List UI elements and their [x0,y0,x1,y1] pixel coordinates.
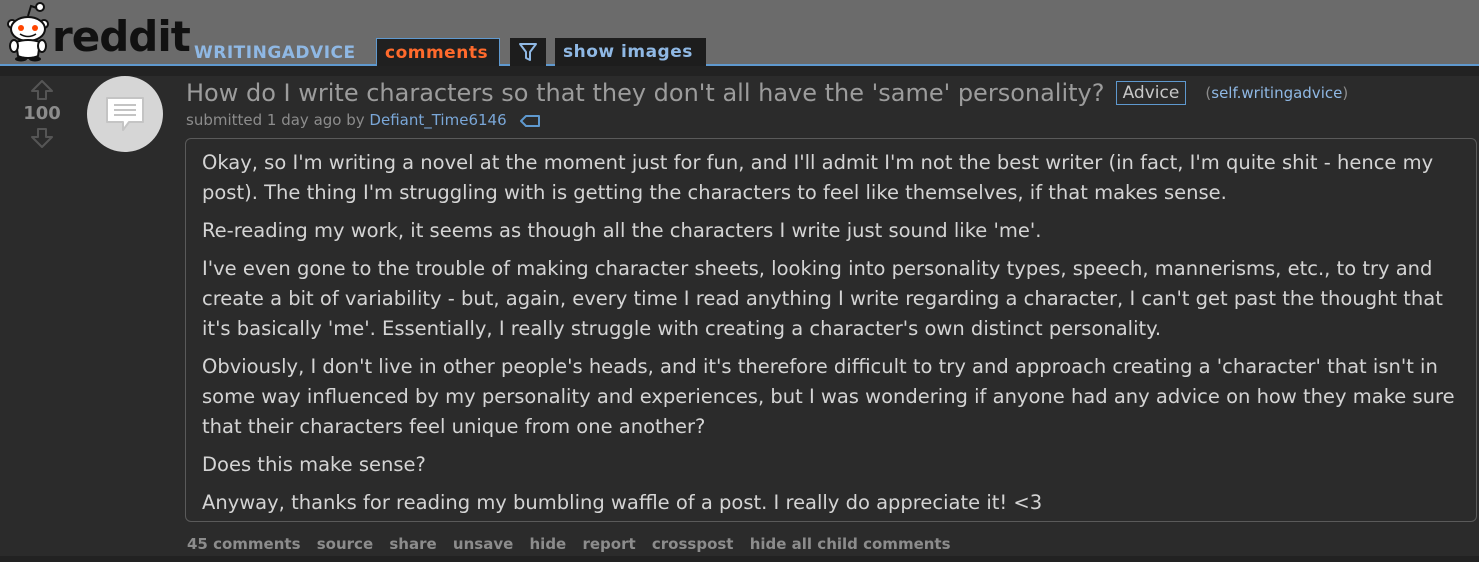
share-link[interactable]: share [389,535,436,553]
report-link[interactable]: report [582,535,635,553]
crosspost-link[interactable]: crosspost [652,535,734,553]
tab-show-images[interactable]: show images [555,38,706,66]
filter-funnel-icon [519,43,537,61]
vote-box: 100 [18,76,66,156]
header-bar: reddit WRITINGADVICE comments show image… [0,0,1479,66]
downvote-arrow-icon[interactable] [31,128,53,148]
post: 100 How do I write characters so that th… [0,68,1479,562]
comments-link[interactable]: 45 comments [187,535,301,553]
self-post-text-icon [106,97,144,131]
hide-child-comments-link[interactable]: hide all child comments [750,535,951,553]
submitted-text: submitted 1 day ago by [186,111,365,129]
body-paragraph: I've even gone to the trouble of making … [202,257,1443,340]
domain-paren-close: ) [1342,84,1349,102]
link-flair[interactable]: Advice [1115,81,1187,105]
body-paragraph: Obviously, I don't live in other people'… [202,355,1455,438]
post-domain: (self.writingadvice) [1205,84,1348,102]
reddit-logo[interactable]: reddit [2,2,191,64]
body-paragraph: Does this make sense? [202,453,426,476]
thumbnail[interactable] [87,76,163,152]
post-body: Okay, so I'm writing a novel at the mome… [185,138,1477,522]
filter-button[interactable] [510,38,546,66]
author-link[interactable]: Defiant_Time6146 [369,111,506,129]
post-container: 100 How do I write characters so that th… [0,76,1479,556]
reddit-wordmark: reddit [52,12,191,61]
post-title[interactable]: How do I write characters so that they d… [186,79,1104,107]
title-line: How do I write characters so that they d… [186,78,1348,108]
tab-comments[interactable]: comments [376,38,500,66]
domain-link[interactable]: self.writingadvice [1211,84,1342,102]
body-paragraph: Anyway, thanks for reading my bumbling w… [202,491,1043,514]
tagline: submitted 1 day ago by Defiant_Time6146 [186,110,541,130]
post-buttons: 45 comments source share unsave hide rep… [187,534,962,554]
hide-link[interactable]: hide [530,535,567,553]
source-link[interactable]: source [317,535,373,553]
reddit-alien-icon [7,2,49,62]
body-paragraph: Okay, so I'm writing a novel at the mome… [202,151,1434,204]
score: 100 [23,103,61,124]
subreddit-name[interactable]: WRITINGADVICE [194,42,356,64]
body-paragraph: Re-reading my work, it seems as though a… [202,219,1042,242]
unsave-link[interactable]: unsave [453,535,513,553]
upvote-arrow-icon[interactable] [31,80,53,100]
tag-icon[interactable] [519,114,541,128]
